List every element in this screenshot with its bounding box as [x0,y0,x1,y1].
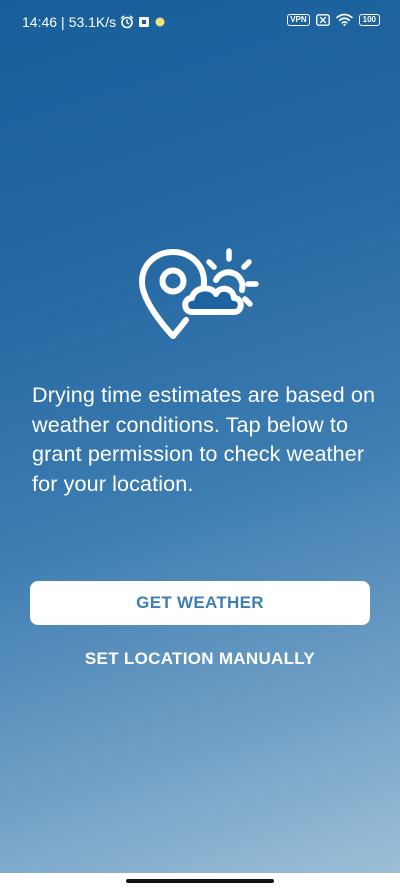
notification-icon [138,16,150,28]
sim-icon [315,13,330,26]
status-time: 14:46 [22,14,58,30]
network-speed: 53.1K/s [68,14,117,30]
wifi-icon [335,13,353,26]
location-weather-icon [136,246,264,342]
alarm-icon [120,15,134,29]
set-location-manually-button[interactable]: SET LOCATION MANUALLY [30,645,370,673]
status-right: VPN 100 [287,13,380,26]
dot-icon [154,16,166,28]
permission-message: Drying time estimates are based on weath… [32,382,376,496]
app-screen: 14:46 | 53.1K/s VPN 100 Drying time esti… [0,0,400,873]
gesture-nav-handle[interactable] [126,879,274,883]
vpn-icon: VPN [287,13,310,26]
battery-icon: 100 [358,13,380,26]
status-bar: 14:46 | 53.1K/s VPN 100 [0,0,400,40]
get-weather-button[interactable]: GET WEATHER [30,581,370,625]
status-left: 14:46 | 53.1K/s [22,14,166,30]
status-separator: | [61,14,65,30]
